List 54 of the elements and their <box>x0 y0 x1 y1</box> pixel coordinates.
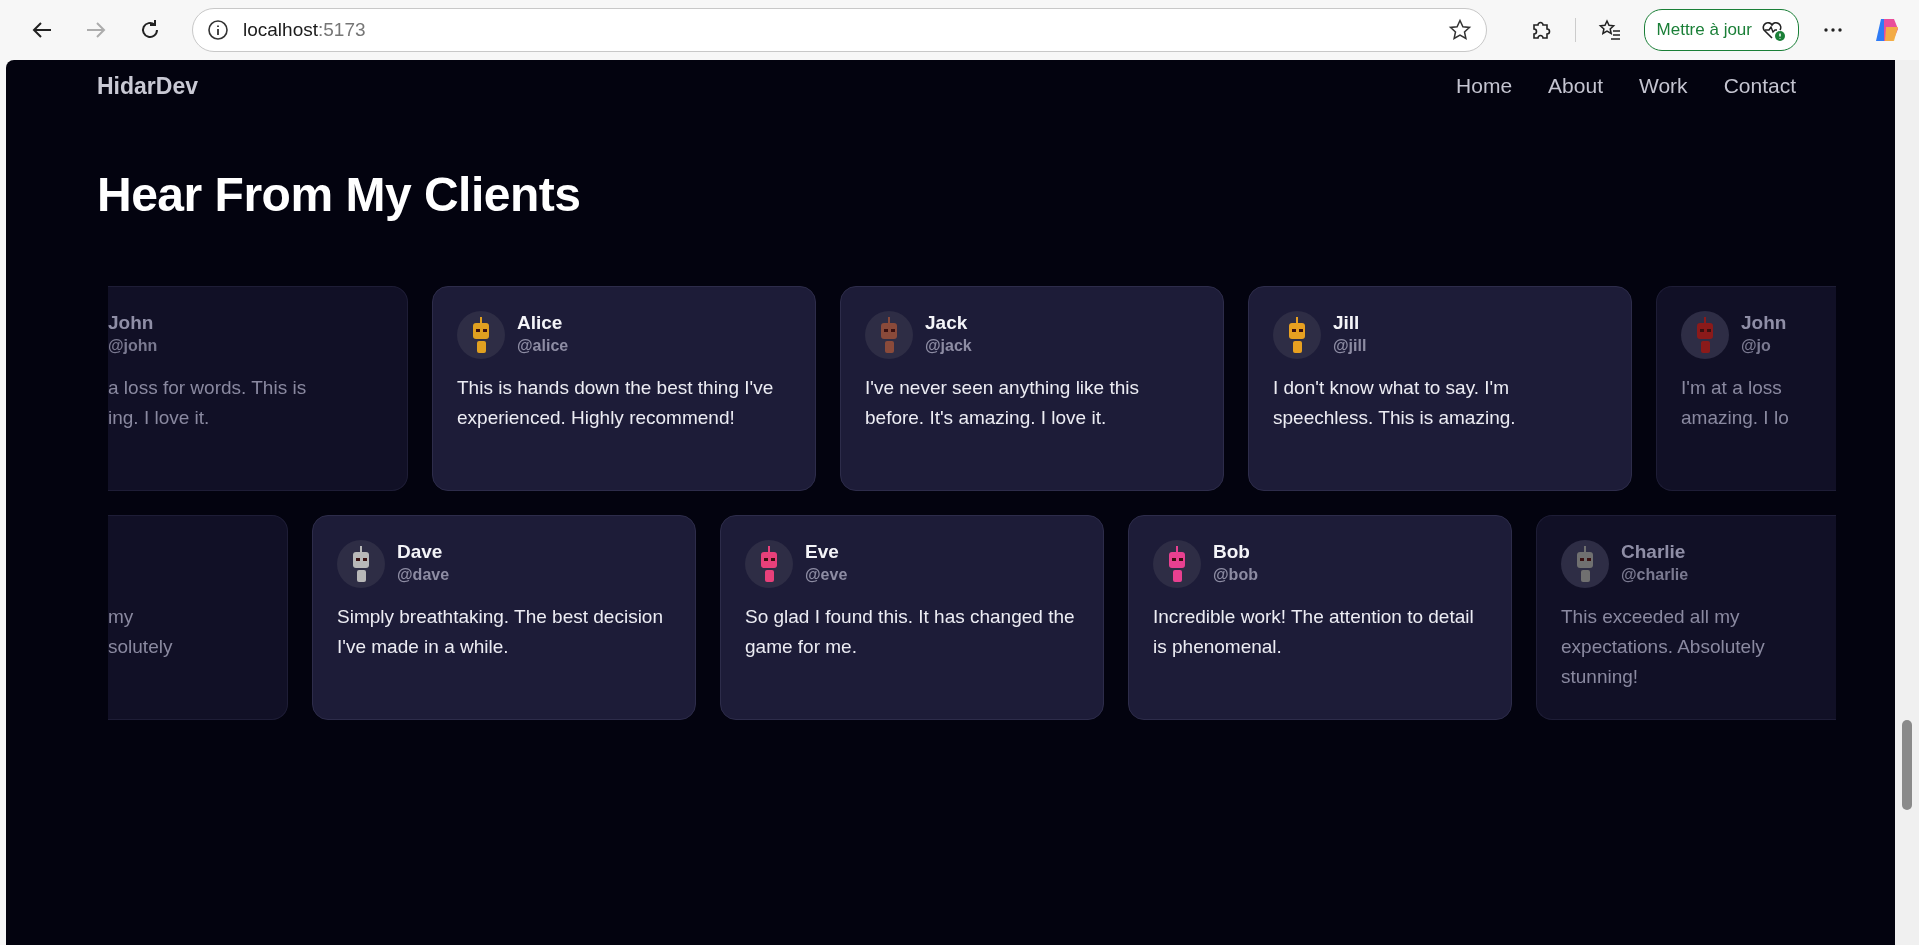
client-handle: @john <box>108 335 158 356</box>
robot-avatar-icon <box>745 539 793 588</box>
client-name: Charlie <box>1621 541 1687 564</box>
robot-avatar-icon <box>1561 539 1609 588</box>
robot-avatar-icon <box>1273 310 1321 359</box>
nav-link[interactable]: Home <box>1456 70 1513 102</box>
url-text: localhost:5173 <box>243 17 366 42</box>
update-button[interactable]: Mettre à jour <box>1643 9 1799 51</box>
client-handle: @eve <box>805 564 848 585</box>
client-handle: @jill <box>1333 335 1367 356</box>
testimonial-text: a loss for words. This is <box>108 375 308 400</box>
testimonial-text: So glad I found this. It has changed the game for me. <box>745 604 1076 659</box>
client-name: Alice <box>517 312 564 335</box>
testimonial-text: ing. I love it. <box>108 405 211 430</box>
client-name: Dave <box>397 541 444 564</box>
robot-avatar-icon <box>865 310 913 359</box>
testimonial-text: I don't know what to say. I'm speechless. This is amazing. <box>1273 375 1517 430</box>
testimonial-text: I'm at a loss <box>1681 375 1783 400</box>
robot-avatar-icon <box>1681 310 1729 359</box>
robot-avatar-icon <box>457 310 505 359</box>
testimonial-text: amazing. I lo <box>1681 405 1790 430</box>
client-name: Bob <box>1213 541 1251 564</box>
client-name: Jack <box>925 312 969 335</box>
section-title: Hear From My Clients <box>97 167 582 223</box>
testimonial-text: stunning! <box>1561 664 1640 689</box>
testimonial-text: This exceeded all my <box>1561 604 1741 629</box>
client-handle: @jack <box>925 335 972 356</box>
nav-link[interactable]: Work <box>1639 70 1688 102</box>
testimonial-text: This is hands down the best thing I've experienced. Highly recommend! <box>457 375 775 430</box>
brand-logo[interactable]: HidarDev <box>97 68 198 104</box>
robot-avatar-icon <box>1153 539 1201 588</box>
scrollbar-thumb[interactable] <box>1902 720 1912 810</box>
star-icon[interactable] <box>1447 18 1472 42</box>
testimonial-text: Incredible work! The attention to detail is phenomenal. <box>1153 604 1475 659</box>
testimonial-text: my <box>108 604 135 629</box>
client-name: John <box>1741 312 1787 335</box>
nav-link[interactable]: About <box>1548 70 1603 102</box>
scrollbar[interactable] <box>1895 60 1919 945</box>
client-handle: @jo <box>1741 335 1772 356</box>
robot-avatar-icon <box>337 539 385 588</box>
testimonial-text: expectations. Absolutely <box>1561 634 1766 659</box>
client-handle: @alice <box>517 335 569 356</box>
client-handle: @bob <box>1213 564 1258 585</box>
address-bar[interactable]: localhost:5173 <box>192 8 1487 52</box>
testimonial-text: solutely <box>108 634 174 659</box>
client-handle: @dave <box>397 564 450 585</box>
client-name: Eve <box>805 541 840 564</box>
client-handle: @charlie <box>1621 564 1689 585</box>
testimonial-text: I've never seen anything like this before. It's amazing. I love it. <box>865 375 1140 430</box>
client-name: Jill <box>1333 312 1361 335</box>
nav-link[interactable]: Contact <box>1723 70 1796 102</box>
testimonial-text: Simply breathtaking. The best decision I've made in a while. <box>337 604 664 659</box>
info-icon[interactable] <box>207 19 229 41</box>
client-name: John <box>108 312 155 335</box>
